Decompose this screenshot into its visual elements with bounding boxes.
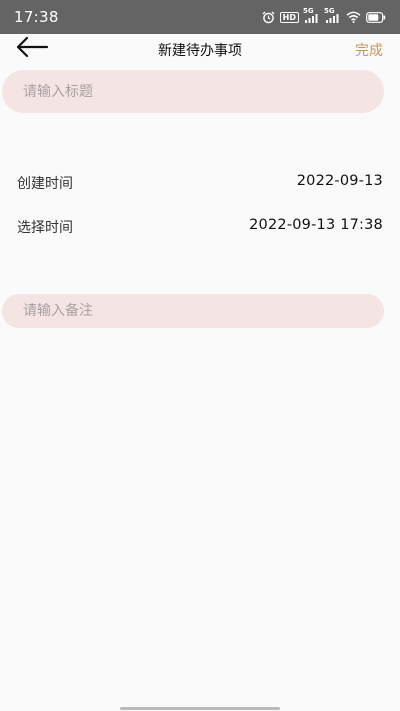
done-button[interactable]: 完成 <box>355 40 383 60</box>
created-time-row: 创建时间 2022-09-13 <box>17 173 383 195</box>
hd-badge: HD <box>279 11 299 23</box>
created-time-value: 2022-09-13 <box>296 173 383 189</box>
title-input[interactable] <box>2 70 384 113</box>
select-time-row[interactable]: 选择时间 2022-09-13 17:38 <box>17 217 383 239</box>
signal-5g-icon: 5G <box>303 7 320 23</box>
remark-input[interactable] <box>2 294 384 328</box>
created-time-label: 创建时间 <box>17 176 73 192</box>
select-time-value[interactable]: 2022-09-13 17:38 <box>249 217 383 233</box>
status-time: 17:38 <box>14 8 59 26</box>
status-bar: 17:38 HD 5G 5G <box>0 0 400 34</box>
header: 新建待办事项 完成 <box>0 34 400 66</box>
wifi-icon <box>346 11 361 23</box>
home-indicator[interactable] <box>120 707 280 710</box>
network-type-label: 5G <box>303 7 314 15</box>
status-icons: HD 5G 5G <box>262 7 386 25</box>
network-type-label: 5G <box>324 7 335 15</box>
alarm-icon <box>262 11 275 24</box>
battery-icon <box>366 11 386 23</box>
select-time-label: 选择时间 <box>17 220 73 236</box>
page-title: 新建待办事项 <box>158 43 242 59</box>
signal-5g-icon: 5G <box>324 7 341 23</box>
